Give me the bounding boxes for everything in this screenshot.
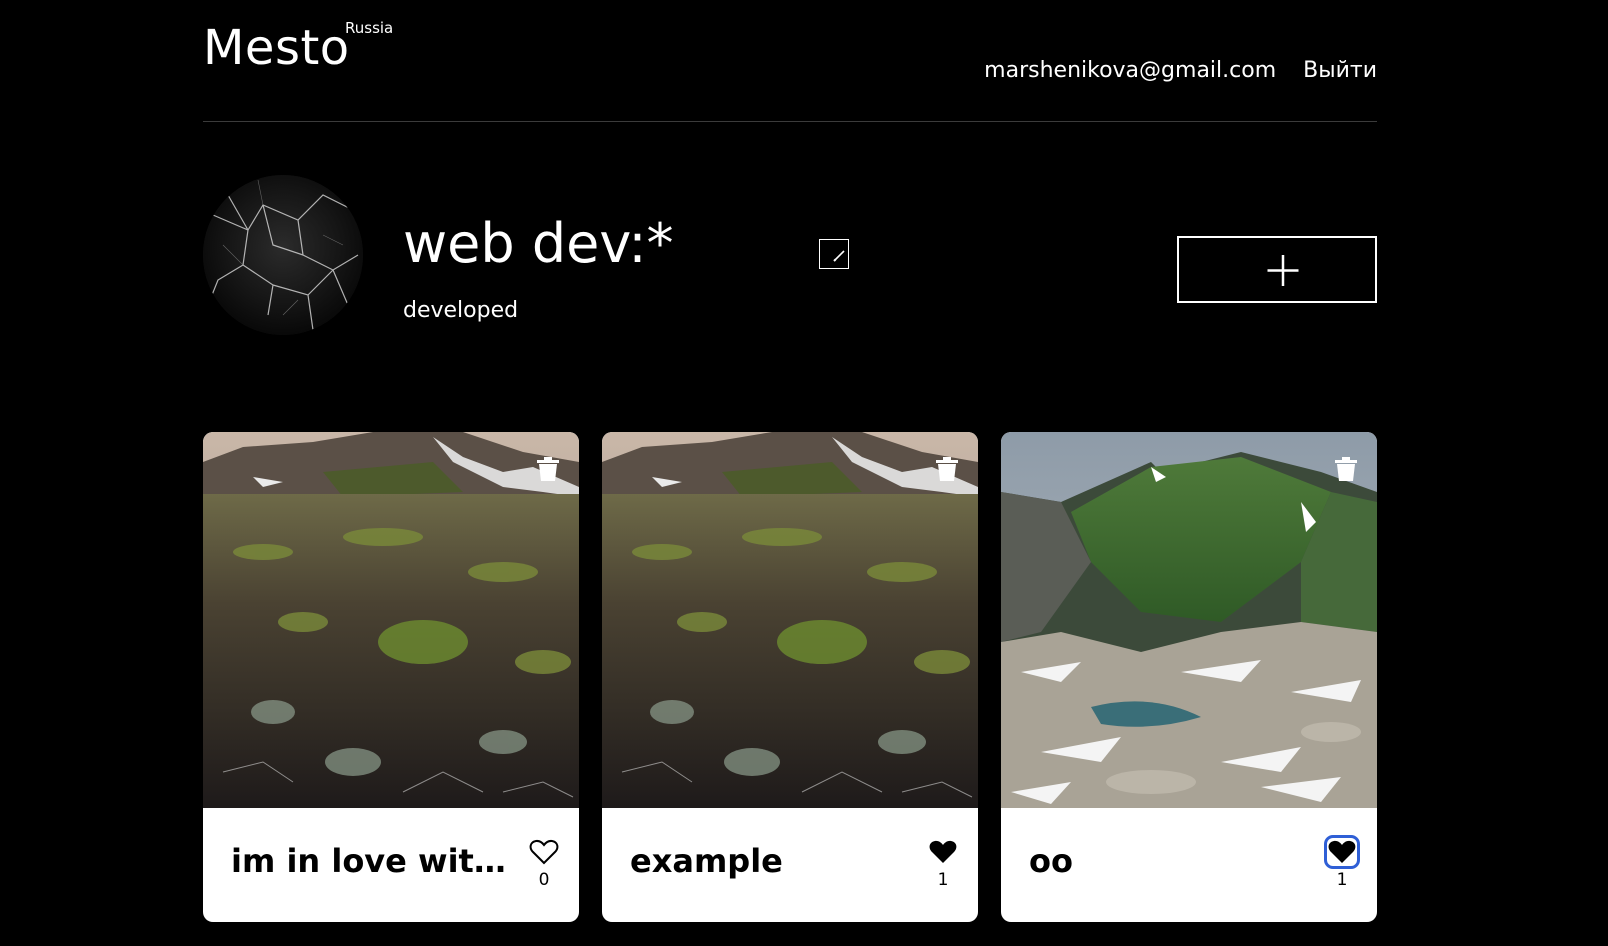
card: example 1: [602, 432, 978, 922]
heart-outline-icon[interactable]: [529, 838, 559, 866]
profile-about: developed: [403, 298, 519, 323]
header-nav: marshenikova@gmail.com Выйти: [984, 57, 1377, 85]
logo[interactable]: Mesto: [203, 20, 350, 76]
profile-name: web dev:*: [403, 212, 674, 275]
cards-grid: im in love with m… 0: [203, 432, 1377, 922]
avatar[interactable]: [203, 175, 363, 335]
trash-icon[interactable]: [1335, 457, 1357, 481]
trash-icon[interactable]: [537, 457, 559, 481]
card-image[interactable]: [203, 432, 579, 808]
plus-icon: [1267, 255, 1299, 286]
like-group: 1: [926, 838, 960, 890]
logout-link[interactable]: Выйти: [1303, 57, 1377, 85]
like-group: 0: [527, 838, 561, 890]
add-card-button[interactable]: [1177, 236, 1377, 303]
trash-icon[interactable]: [936, 457, 958, 481]
header: Mesto Russia marshenikova@gmail.com Выйт…: [203, 0, 1377, 122]
avatar-image: [203, 175, 363, 335]
card: im in love with m… 0: [203, 432, 579, 922]
logo-region: Russia: [345, 19, 394, 37]
heart-filled-icon[interactable]: [928, 838, 958, 866]
pencil-icon: [833, 250, 845, 262]
like-count: 1: [1336, 870, 1348, 890]
page: Mesto Russia marshenikova@gmail.com Выйт…: [0, 0, 1608, 946]
user-email: marshenikova@gmail.com: [984, 58, 1277, 83]
card: oo 1: [1001, 432, 1377, 922]
like-count: 0: [538, 870, 550, 890]
card-title: oo: [1029, 842, 1073, 880]
card-title: example: [630, 842, 783, 880]
heart-filled-icon[interactable]: [1324, 835, 1360, 869]
card-image[interactable]: [602, 432, 978, 808]
like-count: 1: [937, 870, 949, 890]
card-title: im in love with m…: [231, 842, 521, 880]
card-image[interactable]: [1001, 432, 1377, 808]
like-group: 1: [1324, 835, 1360, 890]
edit-profile-button[interactable]: [819, 239, 849, 269]
